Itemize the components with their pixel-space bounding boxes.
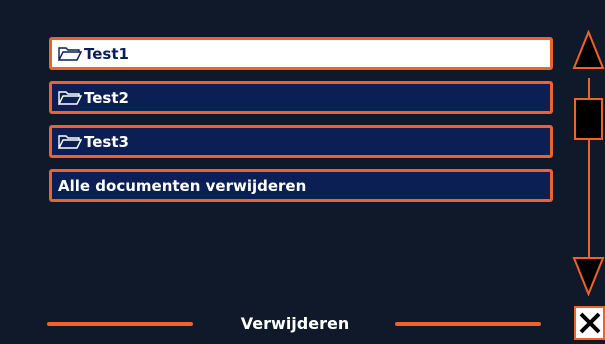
close-icon — [579, 312, 600, 334]
document-list: Test1 Test2 Test3 Alle documenten verwij… — [49, 37, 553, 213]
list-item-label: Alle documenten verwijderen — [58, 176, 307, 195]
close-button[interactable] — [574, 306, 605, 340]
down-arrow-icon[interactable] — [572, 256, 605, 297]
up-arrow-icon[interactable] — [572, 29, 605, 70]
footer-title: Verwijderen — [240, 314, 350, 333]
folder-icon — [57, 90, 83, 105]
folder-icon — [57, 134, 83, 149]
list-item-label: Test3 — [84, 132, 129, 151]
scroll-thumb[interactable] — [574, 98, 603, 140]
footer-divider-left — [47, 322, 193, 326]
delete-all-documents-item[interactable]: Alle documenten verwijderen — [49, 169, 553, 202]
folder-icon — [57, 46, 83, 61]
list-item-test1[interactable]: Test1 — [49, 37, 553, 70]
list-item-label: Test2 — [84, 88, 129, 107]
list-item-test3[interactable]: Test3 — [49, 125, 553, 158]
footer-divider-right — [395, 322, 541, 326]
list-item-test2[interactable]: Test2 — [49, 81, 553, 114]
list-item-label: Test1 — [84, 44, 129, 63]
scrollbar[interactable] — [572, 29, 605, 330]
